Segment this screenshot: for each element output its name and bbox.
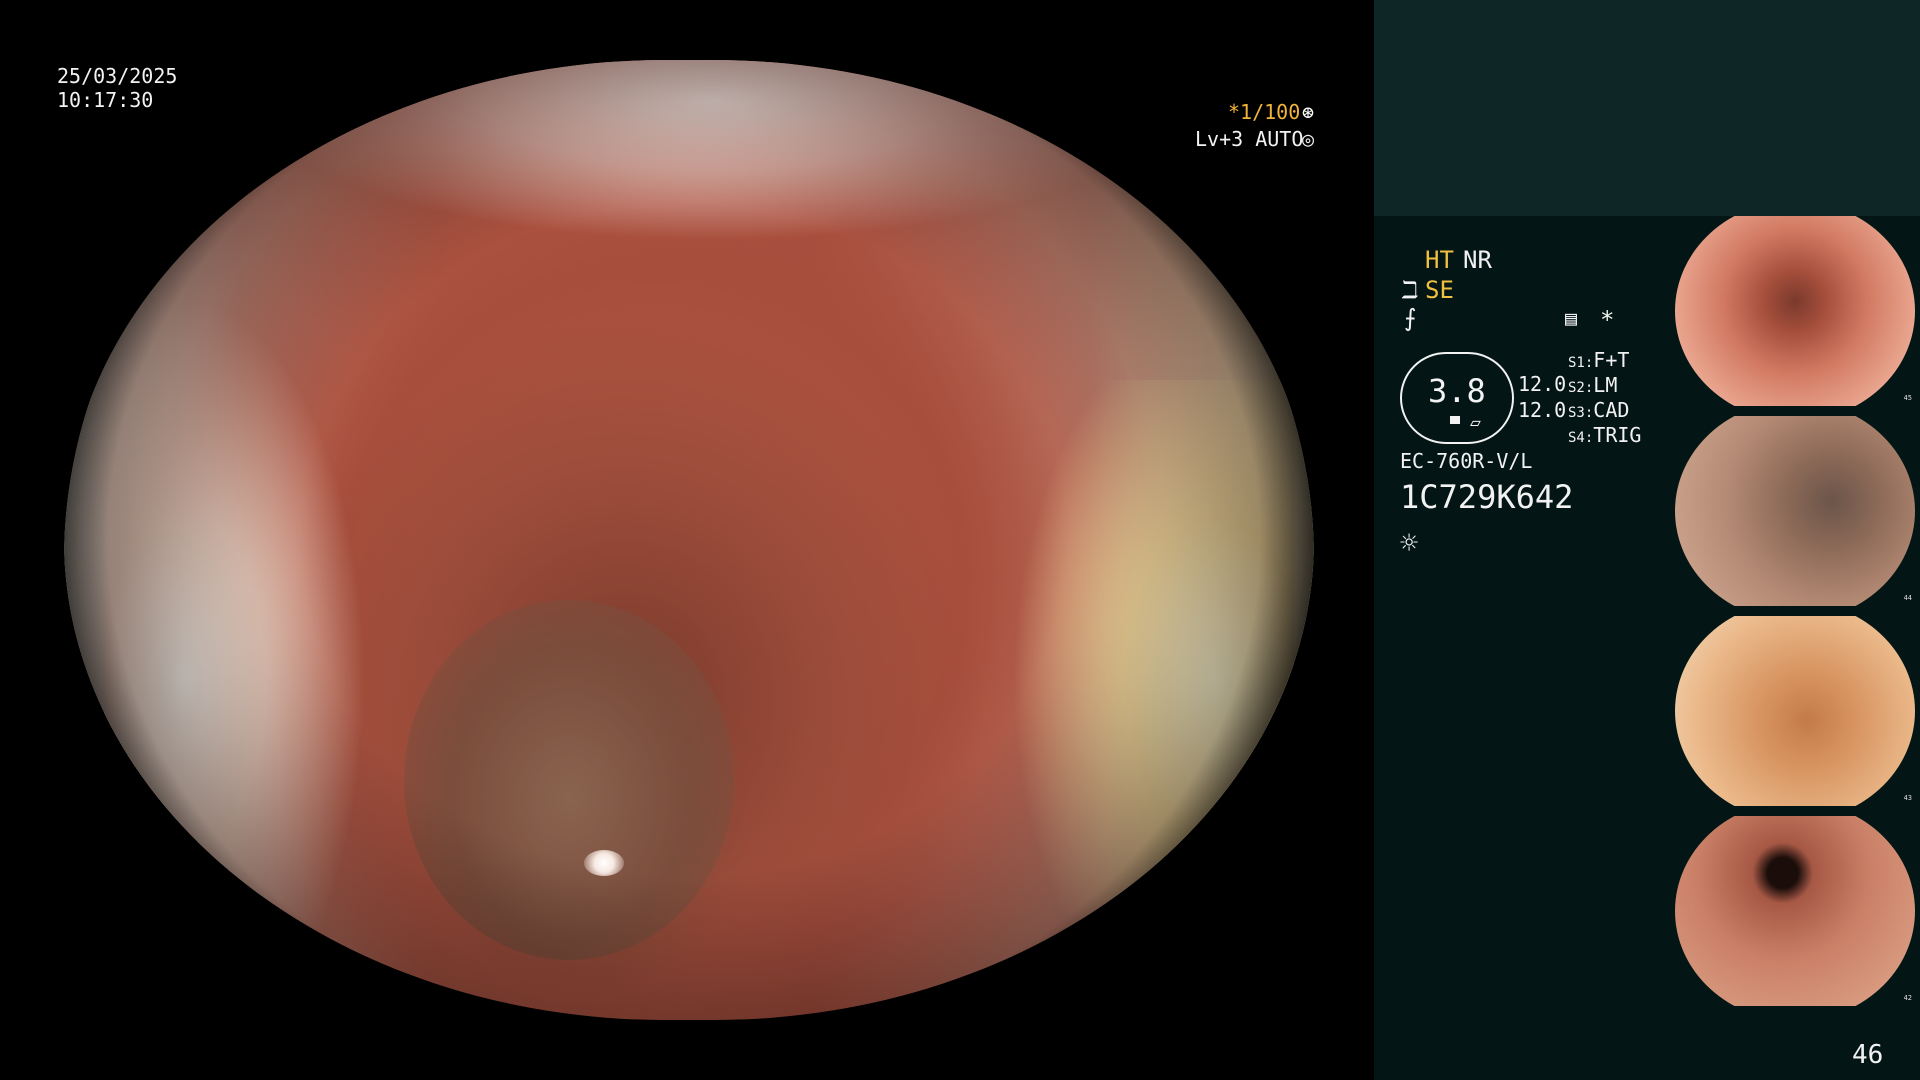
memory-icon: ▤	[1565, 306, 1578, 330]
brightness-level: Lv+3 AUTO	[1195, 127, 1304, 151]
thumbnail-number: 42	[1903, 994, 1912, 1002]
endoscope-view	[64, 60, 1314, 1020]
switch-value: LM	[1593, 373, 1618, 397]
thumbnail-number: 44	[1903, 594, 1912, 602]
scope-serial: 1C729K642	[1400, 478, 1574, 516]
ht-mode: HT	[1425, 246, 1454, 274]
scope-vignette	[64, 60, 1314, 1020]
page-number: 46	[1852, 1040, 1884, 1070]
thumbnail-image	[1675, 216, 1915, 406]
se-mode: SE	[1425, 276, 1454, 304]
thumbnail-image	[1675, 816, 1915, 1006]
switch-value: TRIG	[1593, 423, 1642, 447]
shutter-icon: ⊛	[1302, 100, 1315, 124]
thumbnail-image	[1675, 616, 1915, 806]
switch-2: S2:LM	[1568, 373, 1617, 397]
panel-header	[1374, 0, 1920, 216]
captured-image-thumbnail[interactable]: 45	[1672, 216, 1918, 406]
light-icon: ☼	[1400, 526, 1419, 561]
switch-value: CAD	[1593, 398, 1630, 422]
setting-value-1: 12.0	[1518, 372, 1567, 396]
captured-image-thumbnail[interactable]: 43	[1672, 616, 1918, 806]
captured-image-thumbnail[interactable]: 44	[1672, 416, 1918, 606]
exam-time: 10:17:30	[57, 88, 154, 112]
exam-date: 25/03/2025	[57, 64, 178, 88]
thumbnail-number: 45	[1903, 394, 1912, 402]
function-icon: ⨍	[1404, 304, 1417, 332]
switch-3: S3:CAD	[1568, 398, 1629, 422]
structure-enhance-icon: ℶ	[1402, 276, 1419, 304]
nr-mode: NR	[1463, 246, 1492, 274]
scope-model: EC-760R-V/L	[1400, 449, 1533, 473]
switch-key: S3:	[1568, 405, 1594, 421]
setting-value-2: 12.0	[1518, 398, 1567, 422]
iris-icon: ◎	[1302, 127, 1315, 151]
thumbnail-number: 43	[1903, 794, 1912, 802]
captured-image-thumbnail[interactable]: 42	[1672, 816, 1918, 1006]
switch-value: F+T	[1593, 348, 1630, 372]
gauge-marker	[1450, 416, 1460, 424]
switch-key: S4:	[1568, 430, 1594, 446]
switch-key: S2:	[1568, 380, 1594, 396]
thumbnail-image	[1675, 416, 1915, 606]
gauge-knob-icon: ▱	[1470, 412, 1481, 433]
switch-1: S1:F+T	[1568, 348, 1629, 372]
switch-key: S1:	[1568, 355, 1594, 371]
zoom-value: 3.8	[1428, 372, 1486, 410]
star-icon: *	[1600, 306, 1615, 334]
switch-4: S4:TRIG	[1568, 423, 1641, 447]
